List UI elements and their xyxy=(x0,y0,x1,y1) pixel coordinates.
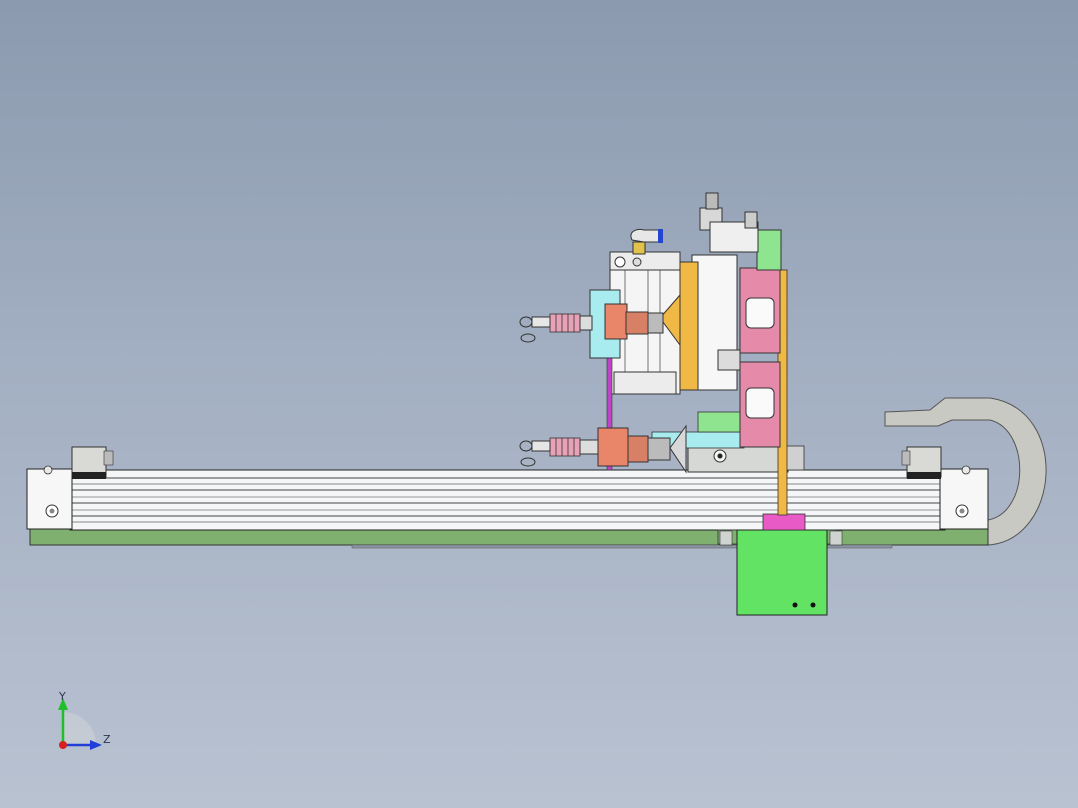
air-fitting xyxy=(630,229,663,255)
end-stop-right xyxy=(901,446,942,479)
rail-end-cap-left xyxy=(26,465,73,530)
mount-block-upper xyxy=(739,267,781,354)
coordinate-triad xyxy=(58,698,102,750)
triad-y-label: Y xyxy=(58,690,66,703)
linear-rail xyxy=(69,469,946,531)
triad-z-label: Z xyxy=(103,733,111,746)
mount-block-lower xyxy=(739,361,781,448)
cad-viewport[interactable]: Y Z xyxy=(0,0,1078,808)
rail-end-cap-right xyxy=(939,465,989,530)
base-plate xyxy=(29,527,989,546)
